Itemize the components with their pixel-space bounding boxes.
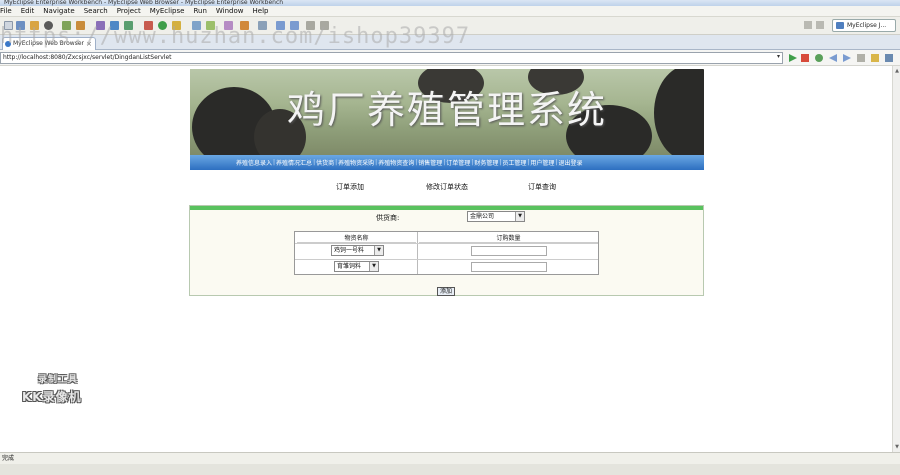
add-button[interactable]: 添加 xyxy=(437,287,455,296)
nav-item-finance[interactable]: 财务管理 xyxy=(474,158,498,167)
column-header-material: 物资名称 xyxy=(297,234,416,243)
menu-search[interactable]: Search xyxy=(84,7,108,15)
status-bar: 完成 xyxy=(0,452,900,464)
run-icon[interactable] xyxy=(158,21,167,30)
header-banner: 鸡厂养殖管理系统 xyxy=(190,69,704,155)
chevron-down-icon[interactable]: ▾ xyxy=(777,53,783,63)
menu-file[interactable]: File xyxy=(0,7,12,15)
browser-icon[interactable] xyxy=(110,21,119,30)
nav-item-supplier[interactable]: 供货商 xyxy=(316,158,334,167)
external-tools-icon[interactable] xyxy=(172,21,181,30)
url-input[interactable]: http://localhost:8080/Zxcsjxc/servlet/Di… xyxy=(0,52,783,64)
maximize-icon[interactable] xyxy=(816,21,824,29)
search-icon[interactable] xyxy=(240,21,249,30)
new-icon[interactable] xyxy=(4,21,13,30)
deploy-icon[interactable] xyxy=(62,21,71,30)
menu-edit[interactable]: Edit xyxy=(21,7,35,15)
debug-icon[interactable] xyxy=(144,21,153,30)
tab-web-browser[interactable]: MyEclipse Web Browser × xyxy=(2,37,96,50)
taskbar xyxy=(0,464,900,475)
nav-item-orders[interactable]: 订单管理 xyxy=(446,158,470,167)
nav-item-material-purchase[interactable]: 养殖物资采购 xyxy=(338,158,374,167)
tab-web-browser-label: MyEclipse Web Browser xyxy=(13,40,84,47)
forward-icon[interactable] xyxy=(320,21,329,30)
panel-accent xyxy=(190,206,703,210)
close-icon[interactable]: × xyxy=(86,38,92,50)
column-header-quantity: 订购数量 xyxy=(419,234,598,243)
new-class-icon[interactable] xyxy=(192,21,201,30)
material-select-value: 育雏饲料 xyxy=(337,263,362,270)
scroll-up-icon[interactable]: ▲ xyxy=(894,68,900,74)
order-form: 供货商: 金鼎公司 ▼ 物资名称 订购数量 鸡饲一号料 ▼ 育雏饲料 ▼ 添加 xyxy=(189,205,704,296)
order-items-table: 物资名称 订购数量 鸡饲一号料 ▼ 育雏饲料 ▼ xyxy=(294,231,599,275)
refresh-page-icon[interactable] xyxy=(815,54,823,62)
nav-item-breeding-entry[interactable]: 养殖信息录入 xyxy=(236,158,272,167)
perspective-switcher[interactable]: MyEclipse J... xyxy=(832,19,896,32)
material-select-value: 鸡饲一号料 xyxy=(334,247,365,254)
supplier-select[interactable]: 金鼎公司 ▼ xyxy=(467,211,525,222)
save-icon[interactable] xyxy=(16,21,25,30)
prev-annotation-icon[interactable] xyxy=(290,21,299,30)
material-select[interactable]: 育雏饲料 ▼ xyxy=(334,261,379,272)
address-bar: http://localhost:8080/Zxcsjxc/servlet/Di… xyxy=(0,50,900,66)
menu-navigate[interactable]: Navigate xyxy=(43,7,74,15)
package-icon[interactable] xyxy=(76,21,85,30)
menu-window[interactable]: Window xyxy=(216,7,244,15)
menu-bar: File Edit Navigate Search Project MyEcli… xyxy=(0,6,900,17)
back-icon[interactable] xyxy=(829,54,837,62)
back-icon[interactable] xyxy=(306,21,315,30)
menu-help[interactable]: Help xyxy=(253,7,269,15)
go-icon[interactable] xyxy=(789,54,797,62)
menu-myeclipse[interactable]: MyEclipse xyxy=(150,7,185,15)
order-query-link[interactable]: 订单查询 xyxy=(528,182,556,192)
source-icon[interactable] xyxy=(871,54,879,62)
server-icon[interactable] xyxy=(44,21,53,30)
home-icon[interactable] xyxy=(857,54,865,62)
refresh-icon[interactable] xyxy=(124,21,133,30)
browser-content: 鸡厂养殖管理系统 养殖信息录入 | 养殖情况汇总 | 供货商 | 养殖物资采购 | 养殖… xyxy=(0,66,892,452)
material-select[interactable]: 鸡饲一号料 ▼ xyxy=(331,245,384,256)
minimize-icon[interactable] xyxy=(804,21,812,29)
toggle-mark-icon[interactable] xyxy=(258,21,267,30)
nav-item-material-query[interactable]: 养殖物资查询 xyxy=(378,158,414,167)
nav-item-sales[interactable]: 销售管理 xyxy=(418,158,442,167)
build-icon[interactable] xyxy=(96,21,105,30)
chevron-down-icon[interactable]: ▼ xyxy=(369,262,378,271)
menu-run[interactable]: Run xyxy=(193,7,206,15)
next-annotation-icon[interactable] xyxy=(276,21,285,30)
chevron-down-icon[interactable]: ▼ xyxy=(515,212,524,221)
menu-project[interactable]: Project xyxy=(117,7,141,15)
stop-icon[interactable] xyxy=(801,54,809,62)
site-title: 鸡厂养殖管理系统 xyxy=(286,88,607,132)
forward-icon[interactable] xyxy=(843,54,851,62)
scroll-down-icon[interactable]: ▼ xyxy=(894,444,900,450)
quantity-field[interactable] xyxy=(471,262,547,272)
modify-order-status-link[interactable]: 修改订单状态 xyxy=(426,182,468,192)
add-order-link[interactable]: 订单添加 xyxy=(336,182,364,192)
chevron-down-icon[interactable]: ▼ xyxy=(374,246,383,255)
nav-item-breeding-summary[interactable]: 养殖情况汇总 xyxy=(276,158,312,167)
recorder-watermark-line2: KK录像机 xyxy=(22,390,82,404)
editor-tabs: MyEclipse Web Browser × xyxy=(0,35,900,50)
nav-item-users[interactable]: 用户管理 xyxy=(530,158,554,167)
nav-item-logout[interactable]: 退出登录 xyxy=(558,158,582,167)
supplier-select-value: 金鼎公司 xyxy=(470,213,495,220)
quantity-field[interactable] xyxy=(471,246,547,256)
toolbar: MyEclipse J... xyxy=(0,17,900,35)
nav-item-staff[interactable]: 员工管理 xyxy=(502,158,526,167)
open-type-icon[interactable] xyxy=(224,21,233,30)
supplier-label: 供货商: xyxy=(376,214,400,222)
vertical-scrollbar[interactable]: ▲ ▼ xyxy=(892,66,900,452)
recorder-watermark-line1: 录制工具 xyxy=(38,375,79,385)
print-icon[interactable] xyxy=(30,21,39,30)
settings-icon[interactable] xyxy=(885,54,893,62)
main-nav: 养殖信息录入 | 养殖情况汇总 | 供货商 | 养殖物资采购 | 养殖物资查询 | 销售管… xyxy=(190,155,704,170)
new-package-icon[interactable] xyxy=(206,21,215,30)
